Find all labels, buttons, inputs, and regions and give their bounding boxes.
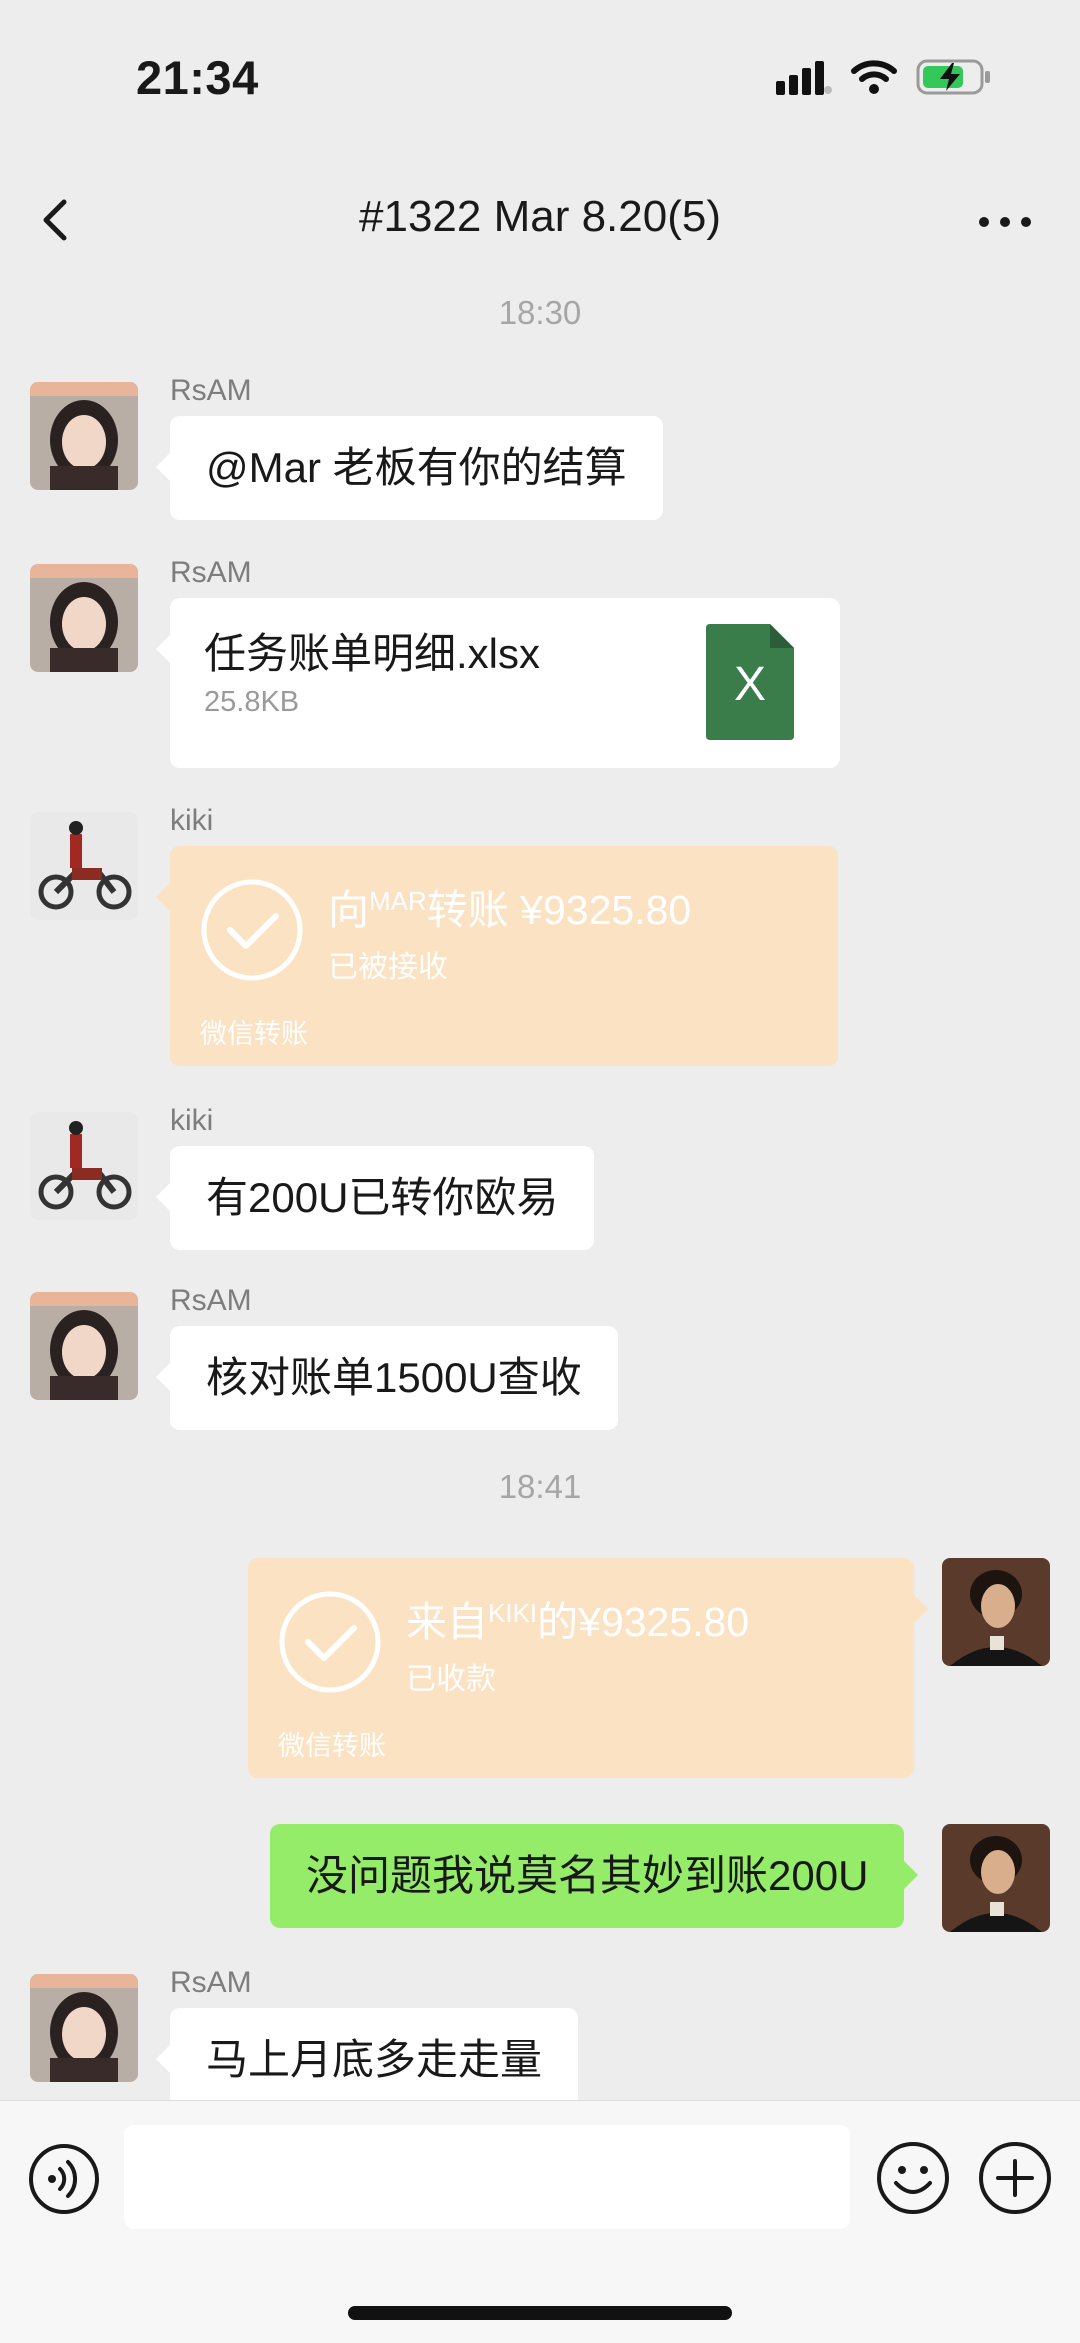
plus-icon[interactable] <box>978 2141 1052 2215</box>
sender-name: RsAM <box>170 374 252 407</box>
message-bubble[interactable]: 有200U已转你欧易 <box>155 1146 595 1250</box>
transfer-card[interactable]: 向MAR转账 ¥9325.80 已被接收 微信转账 <box>156 846 838 1066</box>
file-message-card[interactable]: 任务账单明细.xlsx 25.8KB X <box>156 598 840 768</box>
avatar-kiki[interactable] <box>30 1112 138 1220</box>
transfer-card[interactable]: 来自KIKI的¥9325.80 已收款 微信转账 <box>248 1558 928 1778</box>
home-indicator[interactable] <box>348 2306 732 2320</box>
battery-charging-icon <box>916 59 990 95</box>
wifi-icon <box>851 60 897 94</box>
sender-name: kiki <box>170 804 214 837</box>
transfer-footer: 微信转账 <box>200 1019 308 1049</box>
transfer-status: 已被接收 <box>328 951 448 984</box>
avatar-self[interactable] <box>942 1558 1050 1666</box>
sender-name: RsAM <box>170 1284 252 1317</box>
message-bubble[interactable]: 马上月底多走走量 <box>155 2008 579 2112</box>
svg-text:X: X <box>734 658 766 711</box>
avatar-self[interactable] <box>942 1824 1050 1932</box>
check-circle-icon <box>279 1591 381 1693</box>
excel-file-icon: X <box>706 624 794 740</box>
more-dots-icon[interactable] <box>970 200 1040 244</box>
sender-name: RsAM <box>170 1966 252 1999</box>
avatar-rsam[interactable] <box>30 1292 138 1400</box>
transfer-status: 已收款 <box>406 1663 496 1696</box>
timestamp: 18:30 <box>498 294 582 331</box>
sender-name: kiki <box>170 1104 214 1137</box>
voice-icon[interactable] <box>28 2143 100 2215</box>
message-input[interactable] <box>124 2125 850 2229</box>
chat-title: #1322 Mar 8.20(5) <box>359 192 721 241</box>
file-size: 25.8KB <box>204 686 300 718</box>
emoji-icon[interactable] <box>876 2141 950 2215</box>
message-bubble-self[interactable]: 没问题我说莫名其妙到账200U <box>270 1824 919 1928</box>
transfer-amount: 向MAR转账 ¥9325.80 <box>328 886 692 933</box>
check-circle-icon <box>201 879 303 981</box>
status-icons <box>776 58 992 96</box>
avatar-rsam[interactable] <box>30 1974 138 2082</box>
timestamp: 18:41 <box>498 1468 582 1505</box>
status-time: 21:34 <box>136 51 259 104</box>
avatar-rsam[interactable] <box>30 564 138 672</box>
transfer-footer: 微信转账 <box>278 1731 386 1761</box>
cellular-signal-icon <box>776 61 832 95</box>
sender-name: RsAM <box>170 556 252 589</box>
transfer-amount: 来自KIKI的¥9325.80 <box>406 1598 750 1645</box>
avatar-kiki[interactable] <box>30 812 138 920</box>
message-bubble[interactable]: 核对账单1500U查收 <box>156 1326 618 1430</box>
message-bubble[interactable]: @Mar 老板有你的结算 <box>156 416 663 520</box>
file-name: 任务账单明细.xlsx <box>204 630 541 677</box>
avatar-rsam[interactable] <box>30 382 138 490</box>
